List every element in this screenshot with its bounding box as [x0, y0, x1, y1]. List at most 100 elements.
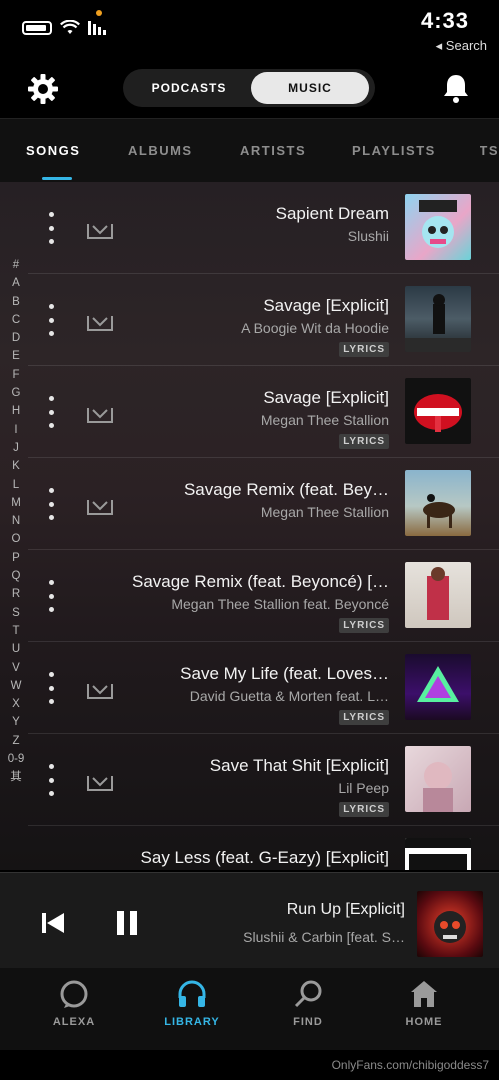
- wifi-icon: [60, 20, 80, 34]
- alpha-index-letter[interactable]: Q: [12, 567, 21, 585]
- alpha-index-letter[interactable]: F: [12, 366, 19, 384]
- more-options-icon[interactable]: [44, 672, 58, 704]
- album-art-savage-remix: [405, 470, 471, 536]
- tab-playlists[interactable]: PLAYLISTS: [352, 143, 436, 158]
- alpha-index-letter[interactable]: #: [13, 256, 19, 274]
- song-title: Save That Shit [Explicit]: [209, 756, 389, 775]
- song-row[interactable]: Save That Shit [Explicit] Lil Peep LYRIC…: [28, 734, 499, 826]
- song-title: Say Less (feat. G-Eazy) [Explicit]: [140, 848, 389, 867]
- download-icon[interactable]: [86, 492, 114, 518]
- download-icon[interactable]: [86, 308, 114, 334]
- download-icon[interactable]: [86, 400, 114, 426]
- song-title: Sapient Dream: [275, 204, 389, 223]
- toggle-podcasts-button[interactable]: PODCASTS: [129, 72, 249, 104]
- alpha-index-letter[interactable]: G: [12, 384, 21, 402]
- alpha-index-letter[interactable]: H: [12, 402, 20, 420]
- song-row[interactable]: Sapient Dream Slushii: [28, 182, 499, 274]
- song-title: Savage Remix (feat. Bey…: [183, 480, 389, 499]
- lyrics-badge: LYRICS: [339, 802, 389, 817]
- alpha-index-letter[interactable]: D: [12, 329, 20, 347]
- status-icons: [22, 20, 106, 36]
- alpha-index-letter[interactable]: 其: [10, 768, 22, 786]
- now-playing-album-art: [417, 891, 483, 957]
- alpha-index-letter[interactable]: J: [13, 439, 19, 457]
- alpha-index-letter[interactable]: 0-9: [8, 750, 25, 768]
- alpha-index-letter[interactable]: A: [12, 274, 20, 292]
- pause-icon[interactable]: [114, 909, 140, 937]
- download-icon[interactable]: [86, 216, 114, 242]
- alpha-index-letter[interactable]: N: [12, 512, 20, 530]
- alpha-index-letter[interactable]: R: [12, 585, 20, 603]
- song-list: # A B C D E F G H I J K L M N O P Q R S T U V W X Y Z 0-9 其 Sapient …: [0, 182, 499, 870]
- song-row[interactable]: Save My Life (feat. Loves… David Guetta …: [28, 642, 499, 734]
- tab-songs[interactable]: SONGS: [26, 143, 80, 158]
- settings-gear-icon[interactable]: [26, 72, 60, 106]
- song-artist: Megan Thee Stallion feat. Beyoncé: [171, 596, 389, 612]
- alpha-index-letter[interactable]: P: [12, 549, 20, 567]
- song-artist: David Guetta & Morten feat. L…: [189, 688, 389, 704]
- more-options-icon[interactable]: [44, 764, 58, 796]
- alpha-index-letter[interactable]: T: [12, 622, 19, 640]
- alpha-index-letter[interactable]: Z: [12, 732, 19, 750]
- alpha-index-letter[interactable]: K: [12, 457, 20, 475]
- alpha-index-letter[interactable]: I: [14, 421, 17, 439]
- song-artist: Megan Thee Stallion: [260, 412, 389, 428]
- more-options-icon[interactable]: [44, 212, 58, 244]
- song-row[interactable]: Savage Remix (feat. Bey… Megan Thee Stal…: [28, 458, 499, 550]
- previous-track-icon[interactable]: [40, 911, 66, 935]
- alpha-index-letter[interactable]: Y: [12, 713, 20, 731]
- status-time: 4:33: [420, 8, 469, 33]
- alpha-index-letter[interactable]: X: [12, 695, 20, 713]
- tab-podcasts[interactable]: PODCASTS: [480, 143, 499, 158]
- song-row[interactable]: Savage [Explicit] A Boogie Wit da Hoodie…: [28, 274, 499, 366]
- alexa-icon: [60, 980, 88, 1008]
- top-nav: PODCASTS MUSIC: [0, 62, 499, 116]
- song-title: Save My Life (feat. Loves…: [180, 664, 389, 683]
- alpha-index-letter[interactable]: W: [11, 677, 22, 695]
- more-options-icon[interactable]: [44, 304, 58, 336]
- nav-find[interactable]: FIND: [268, 978, 348, 1028]
- download-icon[interactable]: [86, 676, 114, 702]
- active-tab-indicator: [42, 177, 72, 180]
- tab-albums[interactable]: ALBUMS: [128, 143, 193, 158]
- alpha-index-letter[interactable]: V: [12, 659, 20, 677]
- alpha-index-letter[interactable]: O: [12, 530, 21, 548]
- alpha-index-letter[interactable]: S: [12, 604, 20, 622]
- now-playing-title: Run Up [Explicit]: [286, 901, 405, 918]
- song-title: Savage [Explicit]: [263, 296, 389, 315]
- album-art-savage-megan: [405, 378, 471, 444]
- song-artist: Slushii: [347, 228, 389, 244]
- nav-find-label: FIND: [293, 1016, 323, 1028]
- alpha-index-letter[interactable]: E: [12, 347, 20, 365]
- home-icon: [411, 981, 437, 1007]
- more-options-icon[interactable]: [44, 396, 58, 428]
- nav-home[interactable]: HOME: [384, 978, 464, 1028]
- more-options-icon[interactable]: [44, 488, 58, 520]
- alphabet-index-scrubber[interactable]: # A B C D E F G H I J K L M N O P Q R S T U V W X Y Z 0-9 其: [6, 256, 26, 787]
- album-art-save-my-life: [405, 654, 471, 720]
- tab-artists[interactable]: ARTISTS: [240, 143, 306, 158]
- album-art-savage-a-boogie: [405, 286, 471, 352]
- alpha-index-letter[interactable]: U: [12, 640, 20, 658]
- song-row[interactable]: Say Less (feat. G-Eazy) [Explicit]: [28, 826, 499, 870]
- status-bar: 4:33 ◂ Search: [0, 0, 499, 62]
- lyrics-badge: LYRICS: [339, 434, 389, 449]
- song-row[interactable]: Savage Remix (feat. Beyoncé) [… Megan Th…: [28, 550, 499, 642]
- alpha-index-letter[interactable]: C: [12, 311, 20, 329]
- notification-bell-icon[interactable]: [441, 72, 471, 104]
- more-options-icon[interactable]: [44, 580, 58, 612]
- nav-alexa[interactable]: ALEXA: [34, 978, 114, 1028]
- alpha-index-letter[interactable]: B: [12, 293, 20, 311]
- alpha-index-letter[interactable]: M: [11, 494, 21, 512]
- cellular-signal-icon: [88, 21, 106, 35]
- back-to-search-link[interactable]: ◂ Search: [436, 38, 487, 54]
- song-row[interactable]: Savage [Explicit] Megan Thee Stallion LY…: [28, 366, 499, 458]
- toggle-music-button[interactable]: MUSIC: [251, 72, 369, 104]
- now-playing-bar[interactable]: Run Up [Explicit] Slushii & Carbin [feat…: [0, 872, 499, 968]
- alpha-index-letter[interactable]: L: [13, 476, 19, 494]
- song-title: Savage Remix (feat. Beyoncé) […: [131, 572, 389, 591]
- download-icon[interactable]: [86, 768, 114, 794]
- nav-library[interactable]: LIBRARY: [152, 978, 232, 1028]
- lyrics-badge: LYRICS: [339, 618, 389, 633]
- bottom-nav: ALEXA LIBRARY FIND HOME: [0, 968, 499, 1050]
